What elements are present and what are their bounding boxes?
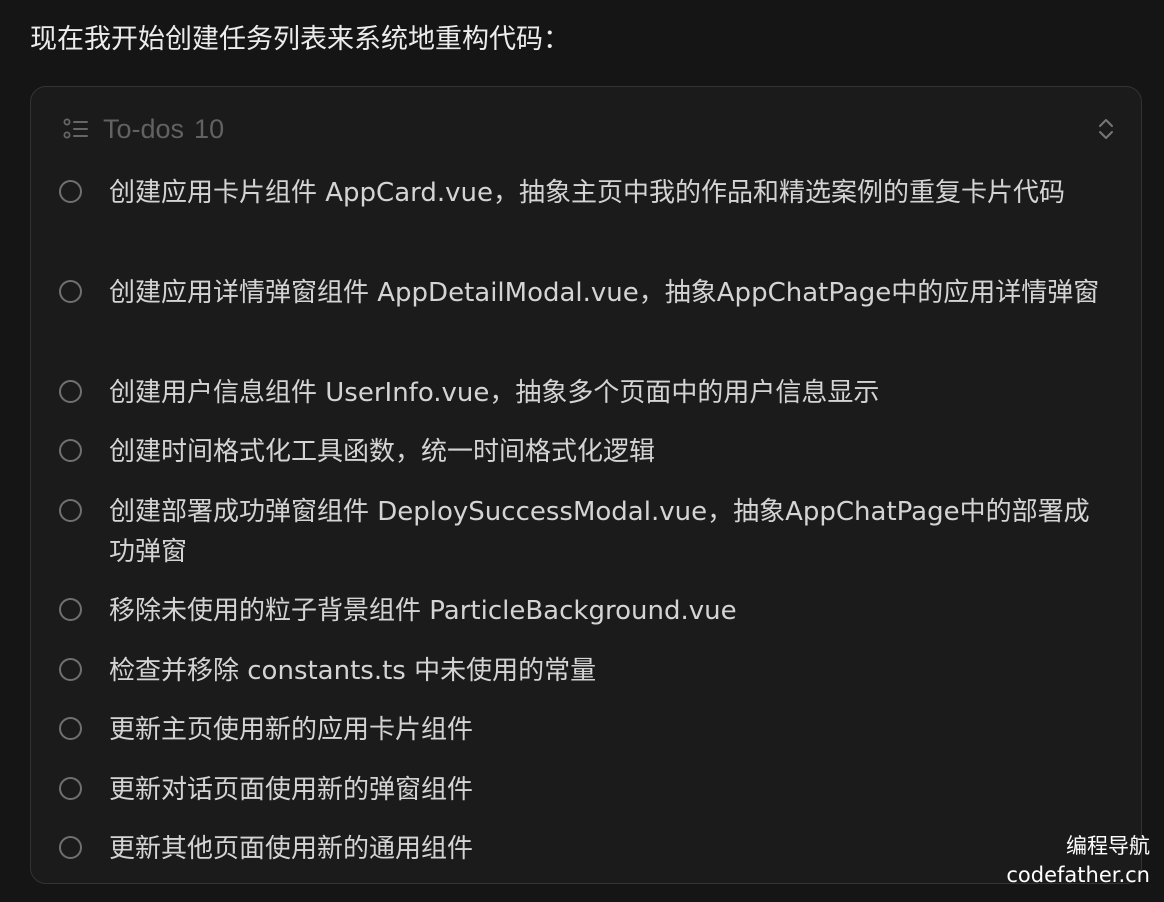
todo-checkbox[interactable] xyxy=(59,499,82,522)
todo-panel: 创建应用卡片组件 AppCard.vue，抽象主页中我的作品和精选案例的重复卡片… xyxy=(30,86,1142,884)
todo-item: 检查并移除 constants.ts 中未使用的常量 xyxy=(59,651,1121,691)
todo-count-badge: 10 xyxy=(194,113,225,144)
todo-text: 移除未使用的粒子背景组件 ParticleBackground.vue xyxy=(109,596,737,626)
todo-text: 更新对话页面使用新的弹窗组件 xyxy=(109,775,474,805)
watermark-title: 编程导航 xyxy=(1066,834,1150,858)
todo-text: 创建部署成功弹窗组件 DeploySuccessModal.vue，抽象AppC… xyxy=(109,497,1090,567)
todo-checkbox[interactable] xyxy=(59,598,82,621)
intro-text: 现在我开始创建任务列表来系统地重构代码： xyxy=(30,24,570,55)
todo-checkbox[interactable] xyxy=(59,380,82,403)
todo-text: 创建应用卡片组件 AppCard.vue，抽象主页中我的作品和精选案例的重复卡片… xyxy=(109,178,1066,208)
todo-text: 创建用户信息组件 UserInfo.vue，抽象多个页面中的用户信息显示 xyxy=(109,378,880,408)
todo-text: 创建应用详情弹窗组件 AppDetailModal.vue，抽象AppChatP… xyxy=(109,278,1100,308)
todo-item: 创建应用卡片组件 AppCard.vue，抽象主页中我的作品和精选案例的重复卡片… xyxy=(59,173,1121,213)
todo-checkbox[interactable] xyxy=(59,180,82,203)
chevron-up-down-icon[interactable] xyxy=(1095,115,1117,143)
watermark-url: codefather.cn xyxy=(1006,863,1150,887)
todo-item: 创建时间格式化工具函数，统一时间格式化逻辑 xyxy=(59,432,1121,472)
todo-text: 更新其他页面使用新的通用组件 xyxy=(109,834,474,864)
todo-item: 创建用户信息组件 UserInfo.vue，抽象多个页面中的用户信息显示 xyxy=(59,373,1121,413)
todo-text: 更新主页使用新的应用卡片组件 xyxy=(109,715,474,745)
todo-checkbox[interactable] xyxy=(59,280,82,303)
list-icon xyxy=(63,118,88,139)
todo-checkbox[interactable] xyxy=(59,658,82,681)
todo-header: To-dos 10 xyxy=(63,109,1117,149)
watermark: 编程导航 codefather.cn xyxy=(1006,832,1150,890)
todo-text: 检查并移除 constants.ts 中未使用的常量 xyxy=(109,656,597,686)
todo-text: 创建时间格式化工具函数，统一时间格式化逻辑 xyxy=(109,437,656,467)
todo-item: 创建部署成功弹窗组件 DeploySuccessModal.vue，抽象AppC… xyxy=(59,492,1121,572)
todo-checkbox[interactable] xyxy=(59,439,82,462)
todo-item: 移除未使用的粒子背景组件 ParticleBackground.vue xyxy=(59,591,1121,631)
todo-item: 创建应用详情弹窗组件 AppDetailModal.vue，抽象AppChatP… xyxy=(59,273,1121,313)
todo-checkbox[interactable] xyxy=(59,717,82,740)
todo-checkbox[interactable] xyxy=(59,777,82,800)
todo-list: 创建应用卡片组件 AppCard.vue，抽象主页中我的作品和精选案例的重复卡片… xyxy=(31,87,1141,883)
todo-item: 更新其他页面使用新的通用组件 xyxy=(59,829,1121,869)
todo-checkbox[interactable] xyxy=(59,836,82,859)
todo-header-title: To-dos xyxy=(103,113,185,144)
todo-item: 更新主页使用新的应用卡片组件 xyxy=(59,710,1121,750)
todo-item: 更新对话页面使用新的弹窗组件 xyxy=(59,770,1121,810)
